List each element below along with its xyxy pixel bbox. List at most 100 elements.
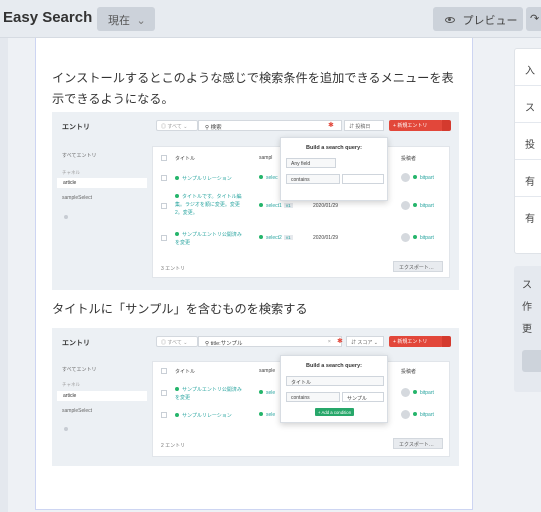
field-row[interactable]: 投 xyxy=(515,123,541,160)
mock-nav-article: article xyxy=(57,391,147,401)
top-toolbar: Easy Search 現在 ⌄ プレビュー ↷ xyxy=(0,0,541,38)
mock-row-section: sele xyxy=(259,390,275,396)
mock-search-query-popup: Build a search query: Any field contains xyxy=(280,137,388,201)
mock-row-section: sele xyxy=(259,412,275,418)
mock-new-entry-button: + 新規エントリ xyxy=(389,120,443,131)
mock-entries-title: エントリ xyxy=(62,340,90,347)
preview-label: プレビュー xyxy=(462,14,518,27)
help-action-button[interactable] xyxy=(522,350,541,372)
mock-new-entry-dropdown xyxy=(442,120,451,131)
mock-query-builder-icon: ✱ xyxy=(328,122,334,129)
mock-search-query-popup: Build a search query: タイトル contains サンプル… xyxy=(280,355,388,423)
mock-row-title: タイトルです。タイトル編集。ラジオを順に変更。変更2。変更。 xyxy=(175,194,242,216)
mock-value-input: サンプル xyxy=(342,392,384,402)
curved-arrow-icon: ↷ xyxy=(530,12,540,25)
mock-entries-title: エントリ xyxy=(62,124,90,131)
mock-row-title: サンプルリレーション xyxy=(175,412,232,419)
mock-row-checkbox xyxy=(161,390,167,396)
mock-operator-select: contains xyxy=(286,174,340,184)
mock-author-avatar xyxy=(401,201,410,210)
editor-gutter xyxy=(8,38,35,512)
mock-new-entry-button: + 新規エントリ xyxy=(389,336,443,347)
field-row[interactable]: 有 xyxy=(515,197,541,234)
mock-row-checkbox xyxy=(161,203,167,209)
mock-nav-channels: チャネル xyxy=(62,382,80,387)
mock-filter-label: すべて xyxy=(167,124,182,130)
help-panel: ス 作 更 xyxy=(514,266,541,392)
publish-button[interactable]: ↷ xyxy=(526,7,541,31)
mock-col-author: 投稿者 xyxy=(401,156,417,162)
cp-entries-mock-2: エントリ ◎ すべて ⌄ ⚲ title:サンプル × ✱ ⇵ スコア ⌄ + 新… xyxy=(52,328,459,466)
mock-row-checkbox xyxy=(161,412,167,418)
mock-new-entry-dropdown xyxy=(442,336,451,347)
mock-row-date: 2020/01/29 xyxy=(313,203,339,209)
version-dropdown[interactable]: 現在 ⌄ xyxy=(97,7,155,31)
mock-nav-article: article xyxy=(57,178,147,188)
mock-add-condition-button: + Add a condition xyxy=(315,408,355,416)
version-label: 現在 xyxy=(108,14,130,27)
mock-author-avatar xyxy=(401,388,410,397)
mock-filter-dropdown: ◎ すべて ⌄ xyxy=(156,120,198,131)
mock-new-entry-label: 新規エントリ xyxy=(397,123,428,129)
cp-entries-mock: エントリ ◎ すべて ⌄ ⚲ 検索 ✱ ⇵ 投稿日 + 新規エントリ すべてエン… xyxy=(52,112,459,290)
mock-search-text: title:サンプル xyxy=(210,341,243,347)
mock-field-select: タイトル xyxy=(286,376,384,386)
mock-field-select: Any field xyxy=(286,158,336,168)
preview-button[interactable]: プレビュー xyxy=(433,7,523,31)
mock-popup-heading: Build a search query: xyxy=(306,145,362,151)
mock-select-all-checkbox xyxy=(161,155,167,161)
mock-col-author: 投稿者 xyxy=(401,369,417,375)
mock-author-avatar xyxy=(401,410,410,419)
mock-col-title: タイトル xyxy=(175,369,196,375)
mock-export-button: エクスポート… xyxy=(393,438,443,449)
chevron-down-icon: ⌄ xyxy=(136,14,146,27)
screenshot-title-search: エントリ ◎ すべて ⌄ ⚲ title:サンプル × ✱ ⇵ スコア ⌄ + 新… xyxy=(52,328,459,466)
eye-icon xyxy=(445,17,455,23)
mock-row-author: bitpart xyxy=(413,175,434,181)
mock-row-author: bitpart xyxy=(413,235,434,241)
mock-operator-select: contains xyxy=(286,392,340,402)
mock-select-all-checkbox xyxy=(161,368,167,374)
mock-row-title: サンプルエントリ公開済みを変更 xyxy=(175,232,242,246)
mock-row-author: bitpart xyxy=(413,390,434,396)
mock-nav-all: すべてエントリ xyxy=(62,367,97,373)
entry-fields-panel: 入 ス 投 有 有 xyxy=(514,48,541,254)
mock-sort-button: ⇵ 投稿日 xyxy=(344,120,384,131)
mock-author-avatar xyxy=(401,233,410,242)
mock-row-title: サンプルエントリ公開済みを変更 xyxy=(175,387,242,401)
status-dot xyxy=(175,176,179,180)
mock-col-title: タイトル xyxy=(175,156,196,162)
mock-row-date: 2020/01/29 xyxy=(313,235,339,241)
paragraph-search-example[interactable]: タイトルに「サンプル」を含むものを検索する xyxy=(52,299,462,320)
left-panel-edge xyxy=(0,38,8,512)
mock-row-author: bitpart xyxy=(413,412,434,418)
mock-popup-heading: Build a search query: xyxy=(306,363,362,369)
mock-row-section: select2 v1 xyxy=(259,235,293,241)
mock-gear-icon xyxy=(64,427,68,431)
mock-nav-channels: チャネル xyxy=(62,170,80,175)
mock-value-input xyxy=(342,174,384,184)
field-row[interactable]: ス xyxy=(515,86,541,123)
mock-entry-count: 3 エントリ xyxy=(161,266,186,272)
help-line: ス xyxy=(522,280,532,291)
mock-filter-dropdown: ◎ すべて ⌄ xyxy=(156,336,198,347)
field-row[interactable]: 入 xyxy=(515,49,541,86)
mock-row-checkbox xyxy=(161,235,167,241)
field-row[interactable]: 有 xyxy=(515,160,541,197)
mock-nav-all: すべてエントリ xyxy=(62,153,97,159)
clear-icon: × xyxy=(327,339,331,345)
mock-author-avatar xyxy=(401,173,410,182)
mock-entry-count: 2 エントリ xyxy=(161,443,186,449)
mock-gear-icon xyxy=(64,215,68,219)
mock-search-field: ⚲ title:サンプル × xyxy=(198,336,342,347)
mock-row-checkbox xyxy=(161,175,167,181)
mock-row-section: selec xyxy=(259,175,278,181)
mock-search-field: ⚲ 検索 xyxy=(198,120,342,131)
mock-export-button: エクスポート… xyxy=(393,261,443,272)
help-line: 作 xyxy=(522,302,532,313)
mock-query-builder-icon: ✱ xyxy=(337,338,343,345)
paragraph-install-description[interactable]: インストールするとこのような感じで検索条件を追加できるメニューを表示できるように… xyxy=(52,68,462,110)
mock-sort-label: 投稿日 xyxy=(355,124,371,130)
mock-nav-sample-select: sampleSelect xyxy=(62,195,93,201)
mock-nav-sample-select: sampleSelect xyxy=(62,408,93,414)
